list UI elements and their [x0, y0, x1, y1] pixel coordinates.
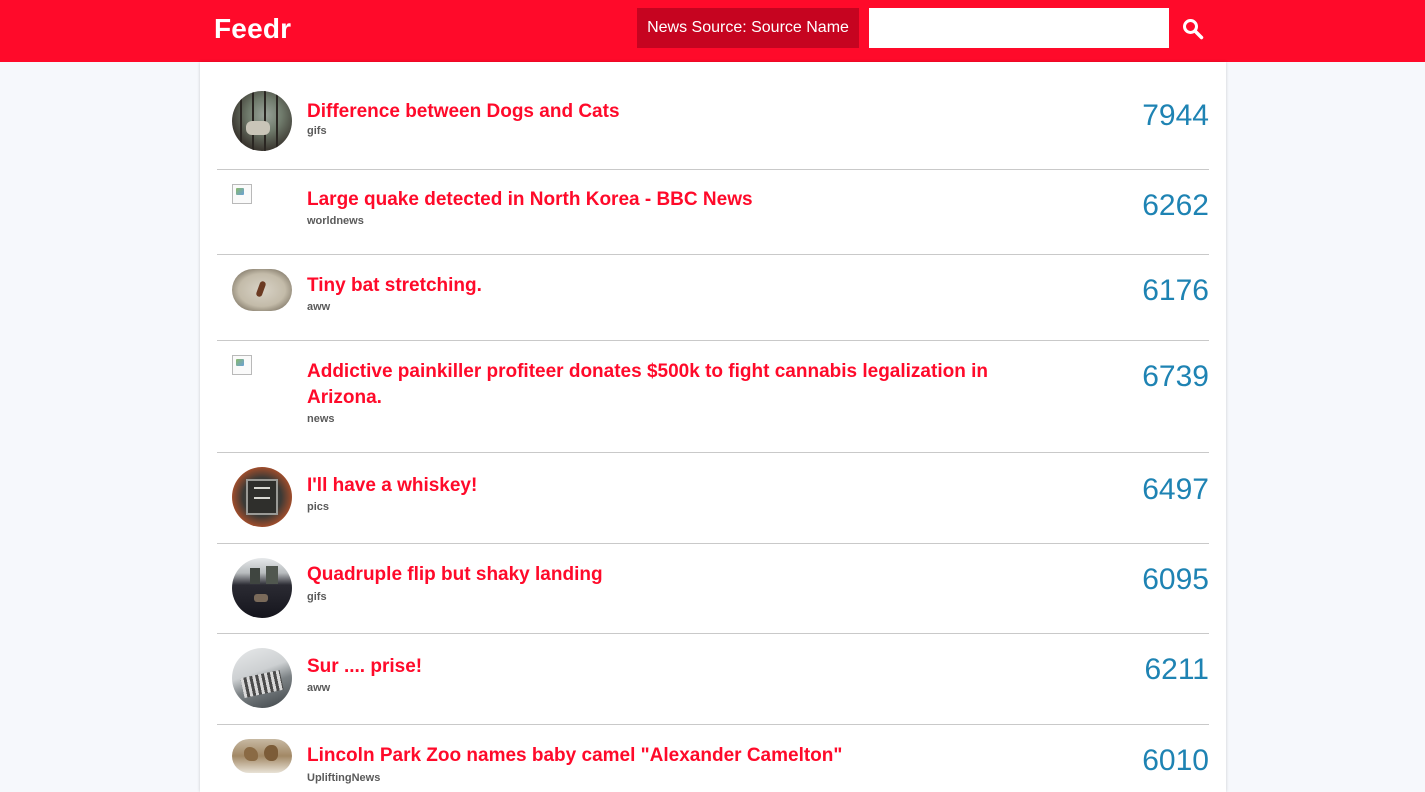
search-icon	[1183, 19, 1204, 40]
article-count: 6211	[1144, 653, 1209, 686]
article-title[interactable]: Lincoln Park Zoo names baby camel "Alexa…	[307, 743, 997, 769]
article-category: pics	[307, 501, 330, 513]
broken-image-icon[interactable]	[232, 355, 252, 375]
article-title[interactable]: Quadruple flip but shaky landing	[307, 562, 997, 588]
article-count: 7944	[1142, 99, 1209, 132]
article-row[interactable]: Large quake detected in North Korea - BB…	[217, 170, 1209, 255]
app-logo[interactable]: Feedr	[214, 13, 291, 45]
article-count: 6010	[1142, 744, 1209, 777]
article-row[interactable]: Tiny bat stretching. aww 6176	[217, 255, 1209, 341]
top-bar: Feedr News Source: Source Name	[0, 0, 1425, 62]
article-thumbnail[interactable]	[232, 467, 292, 527]
article-category: worldnews	[307, 215, 364, 227]
article-category: news	[307, 413, 335, 425]
article-row[interactable]: Difference between Dogs and Cats gifs 79…	[217, 79, 1209, 170]
article-count: 6497	[1142, 473, 1209, 506]
article-category: UpliftingNews	[307, 772, 381, 784]
article-title[interactable]: Tiny bat stretching.	[307, 273, 997, 299]
article-count: 6739	[1142, 360, 1209, 393]
article-thumbnail[interactable]	[232, 91, 292, 151]
article-title[interactable]: Large quake detected in North Korea - BB…	[307, 187, 997, 213]
article-row[interactable]: Sur .... prise! aww 6211	[217, 634, 1209, 725]
article-row[interactable]: Lincoln Park Zoo names baby camel "Alexa…	[217, 725, 1209, 792]
article-title[interactable]: Sur .... prise!	[307, 654, 997, 680]
article-count: 6262	[1142, 189, 1209, 222]
search-input[interactable]	[869, 8, 1169, 48]
article-thumbnail[interactable]	[232, 558, 292, 618]
article-title[interactable]: Difference between Dogs and Cats	[307, 99, 997, 125]
article-category: aww	[307, 301, 331, 313]
article-count: 6176	[1142, 274, 1209, 307]
article-category: gifs	[307, 125, 327, 137]
article-count: 6095	[1142, 563, 1209, 596]
article-row[interactable]: Addictive painkiller profiteer donates $…	[217, 341, 1209, 453]
article-title[interactable]: Addictive painkiller profiteer donates $…	[307, 359, 997, 411]
article-thumbnail[interactable]	[232, 648, 292, 708]
article-title[interactable]: I'll have a whiskey!	[307, 473, 997, 499]
article-thumbnail[interactable]	[232, 739, 292, 773]
article-thumbnail[interactable]	[232, 269, 292, 311]
broken-image-icon[interactable]	[232, 184, 252, 204]
search-button[interactable]	[1176, 12, 1210, 46]
article-row[interactable]: Quadruple flip but shaky landing gifs 60…	[217, 544, 1209, 634]
article-category: aww	[307, 682, 331, 694]
article-category: gifs	[307, 591, 327, 603]
news-source-button[interactable]: News Source: Source Name	[637, 8, 859, 48]
article-row[interactable]: I'll have a whiskey! pics 6497	[217, 453, 1209, 544]
article-list: Difference between Dogs and Cats gifs 79…	[200, 62, 1226, 792]
